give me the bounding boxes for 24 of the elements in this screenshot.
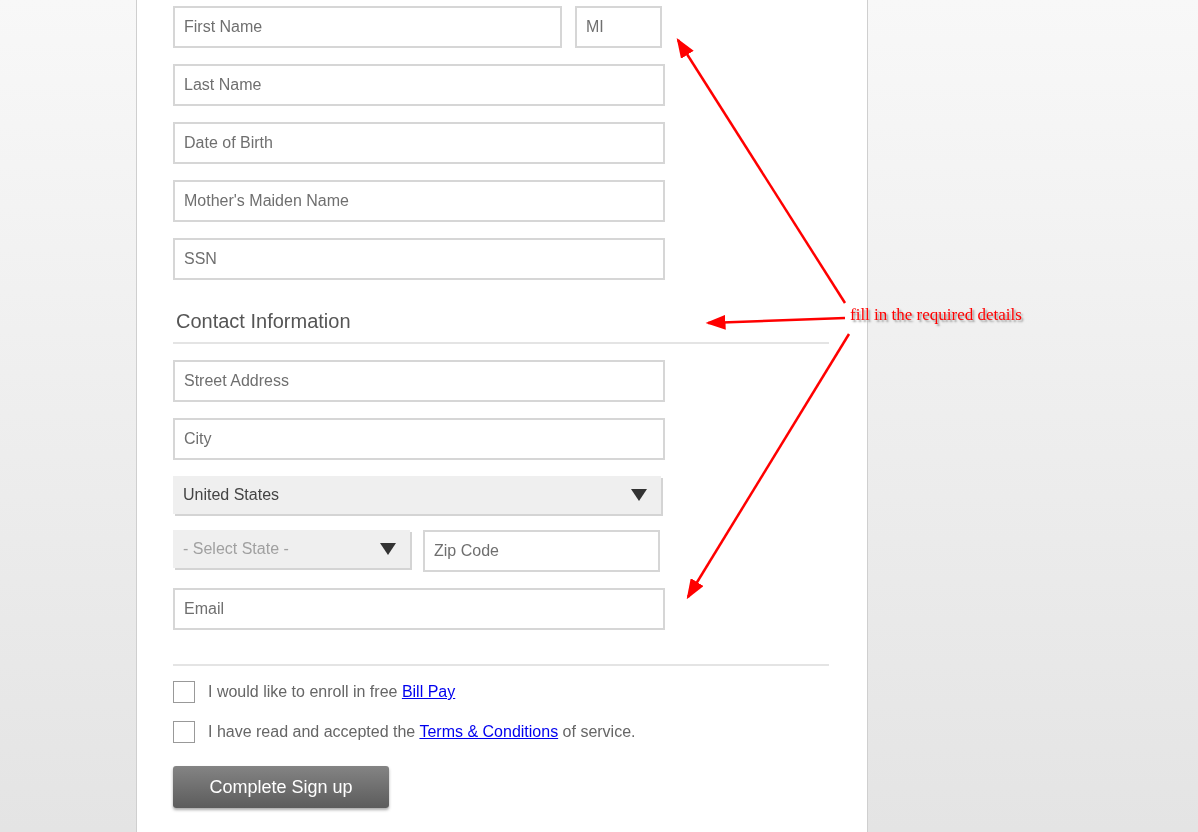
caret-icon (631, 489, 647, 501)
checkbox[interactable] (173, 721, 195, 743)
input-field[interactable]: Date of Birth (173, 122, 665, 164)
agreement-link[interactable]: Terms & Conditions (419, 723, 559, 740)
submit-button[interactable]: Complete Sign up (173, 766, 389, 808)
input-field[interactable]: City (173, 418, 665, 460)
annotation-text: fill in the required details (850, 304, 1022, 326)
agreement-link[interactable]: Bill Pay (401, 683, 456, 700)
input-field[interactable]: Last Name (173, 64, 665, 106)
agreement-text: I would like to enroll in free Bill Pay (208, 682, 456, 702)
dropdown-placeholder: - Select State - (183, 539, 289, 559)
dropdown[interactable]: United States (173, 476, 661, 514)
checkbox[interactable] (173, 681, 195, 703)
section-heading: Contact Information (176, 310, 351, 332)
input-field[interactable]: Mother's Maiden Name (173, 180, 665, 222)
input-field[interactable]: SSN (173, 238, 665, 280)
input-field[interactable]: Zip Code (423, 530, 660, 572)
input-field[interactable]: Street Address (173, 360, 665, 402)
dropdown-value: United States (183, 485, 280, 505)
caret-icon (380, 543, 396, 555)
input-field[interactable]: MI (575, 6, 662, 48)
input-field[interactable]: First Name (173, 6, 562, 48)
input-field[interactable]: Email (173, 588, 665, 630)
agreement-text: I have read and accepted the Terms & Conditions of service. (208, 722, 636, 742)
